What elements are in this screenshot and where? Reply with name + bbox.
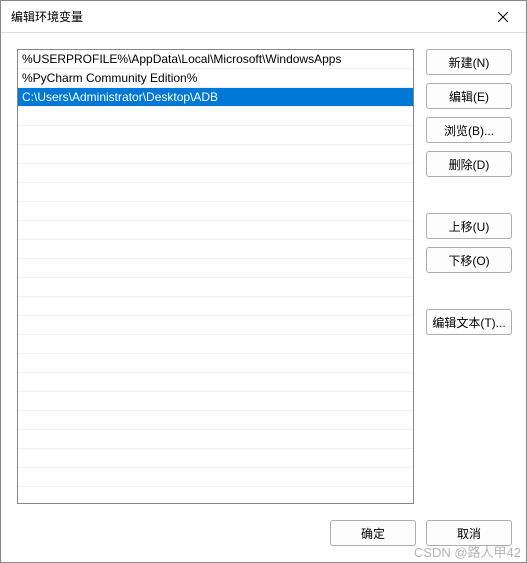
close-icon [498,12,508,22]
list-item-empty[interactable] [18,259,413,278]
list-item[interactable]: %PyCharm Community Edition% [18,69,413,88]
edit-text-button[interactable]: 编辑文本(T)... [426,309,512,335]
ok-button[interactable]: 确定 [330,520,416,546]
list-item-empty[interactable] [18,202,413,221]
list-item[interactable]: %USERPROFILE%\AppData\Local\Microsoft\Wi… [18,50,413,69]
cancel-button[interactable]: 取消 [426,520,512,546]
browse-button[interactable]: 浏览(B)... [426,117,512,143]
list-item-empty[interactable] [18,145,413,164]
spacer [426,185,512,205]
list-item-empty[interactable] [18,411,413,430]
list-item-empty[interactable] [18,316,413,335]
move-up-button[interactable]: 上移(U) [426,213,512,239]
dialog-window: 编辑环境变量 %USERPROFILE%\AppData\Local\Micro… [0,0,527,563]
content-area: %USERPROFILE%\AppData\Local\Microsoft\Wi… [1,33,526,510]
close-button[interactable] [480,1,526,33]
list-item-empty[interactable] [18,107,413,126]
list-item-empty[interactable] [18,373,413,392]
list-item-empty[interactable] [18,164,413,183]
list-item-empty[interactable] [18,221,413,240]
edit-button[interactable]: 编辑(E) [426,83,512,109]
list-item-empty[interactable] [18,183,413,202]
list-item-empty[interactable] [18,297,413,316]
list-item-empty[interactable] [18,430,413,449]
list-item-empty[interactable] [18,449,413,468]
spacer [426,281,512,301]
list-item-empty[interactable] [18,240,413,259]
list-item-empty[interactable] [18,278,413,297]
list-item-empty[interactable] [18,354,413,373]
move-down-button[interactable]: 下移(O) [426,247,512,273]
path-list[interactable]: %USERPROFILE%\AppData\Local\Microsoft\Wi… [17,49,414,504]
dialog-title: 编辑环境变量 [11,8,83,25]
list-item-empty[interactable] [18,392,413,411]
footer: 确定 取消 [1,510,526,562]
titlebar: 编辑环境变量 [1,1,526,33]
delete-button[interactable]: 删除(D) [426,151,512,177]
new-button[interactable]: 新建(N) [426,49,512,75]
list-item-empty[interactable] [18,468,413,487]
list-item-empty[interactable] [18,335,413,354]
button-column: 新建(N) 编辑(E) 浏览(B)... 删除(D) 上移(U) 下移(O) 编… [426,49,512,504]
list-item[interactable]: C:\Users\Administrator\Desktop\ADB [18,88,413,107]
list-item-empty[interactable] [18,126,413,145]
